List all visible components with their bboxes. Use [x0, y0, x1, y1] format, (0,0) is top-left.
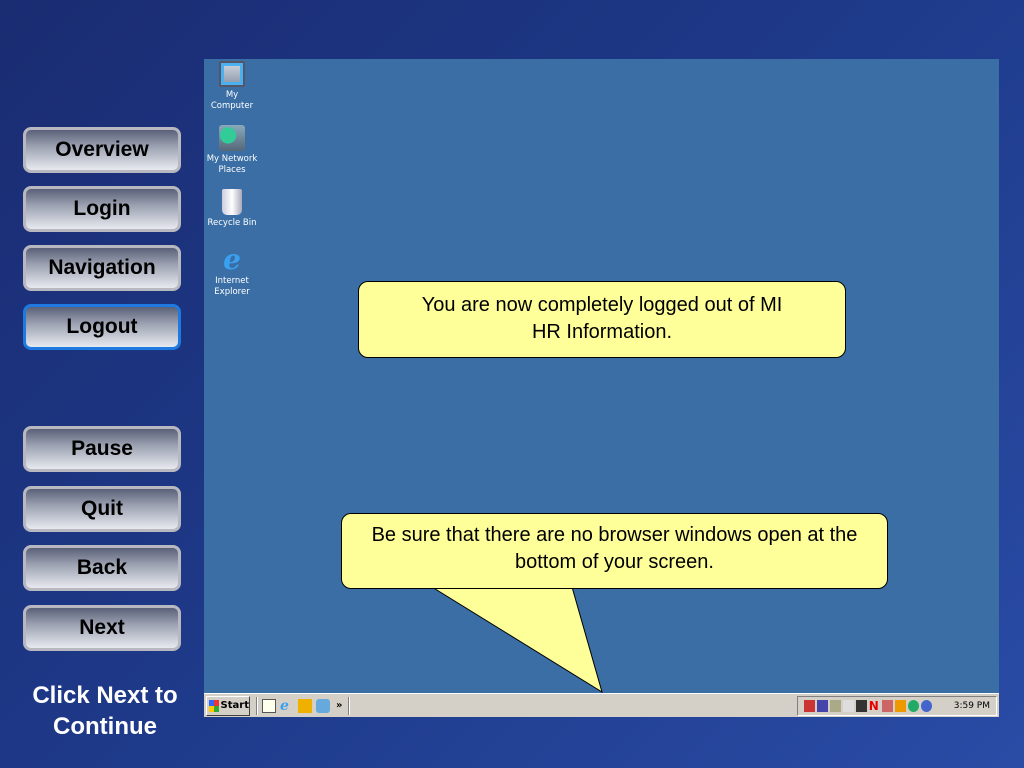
nav-login-button[interactable]: Login: [23, 186, 181, 232]
separator: [348, 696, 351, 715]
ie-quicklaunch-icon[interactable]: e: [280, 699, 294, 713]
back-button[interactable]: Back: [23, 545, 181, 591]
show-desktop-icon[interactable]: [262, 698, 276, 713]
desktop: My Computer My Network Places Recycle Bi…: [204, 59, 999, 717]
tray-icon-network[interactable]: [881, 699, 893, 712]
outlook-icon[interactable]: [316, 698, 330, 713]
pause-button[interactable]: Pause: [23, 426, 181, 472]
media-player-icon[interactable]: [298, 698, 312, 713]
quicklaunch-chevron[interactable]: »: [336, 700, 342, 711]
start-button[interactable]: Start: [206, 695, 250, 716]
nav-navigation-button[interactable]: Navigation: [23, 245, 181, 291]
tray-icon-search[interactable]: [803, 699, 815, 712]
tray-icon-globe[interactable]: [907, 699, 919, 712]
nav-logout-button[interactable]: Logout: [23, 304, 181, 350]
nav-overview-button[interactable]: Overview: [23, 127, 181, 173]
tray-icon-mouse[interactable]: [842, 699, 854, 712]
quit-button[interactable]: Quit: [23, 486, 181, 532]
system-tray: N 3:59 PM: [796, 695, 997, 716]
callout-pointer: [430, 586, 603, 694]
separator: [256, 696, 258, 715]
continue-instruction: Click Next to Continue: [32, 682, 178, 740]
windows-logo-icon: [209, 699, 219, 712]
tray-icon-volume[interactable]: [829, 699, 841, 712]
tray-icon-flag[interactable]: [855, 699, 867, 712]
taskbar: Start e » N 3:59 PM: [204, 693, 999, 717]
tray-icon-security[interactable]: [920, 699, 932, 712]
clock[interactable]: 3:59 PM: [954, 701, 990, 711]
tray-icon-shield[interactable]: [816, 699, 828, 712]
tray-icon-app[interactable]: [894, 699, 906, 712]
start-label: Start: [220, 700, 249, 711]
tray-icon-n[interactable]: N: [869, 700, 880, 712]
next-button[interactable]: Next: [23, 605, 181, 651]
browser-windows-callout: Be sure that there are no browser window…: [341, 513, 888, 589]
